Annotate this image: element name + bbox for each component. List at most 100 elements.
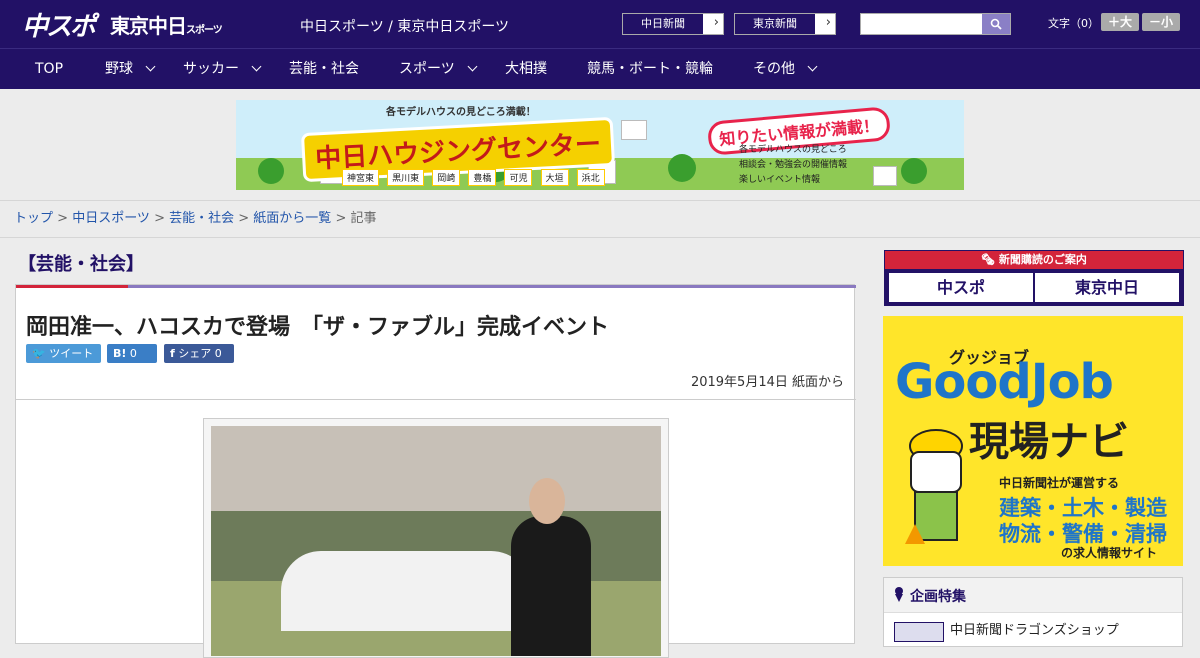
facebook-share-button[interactable]: f シェア 0 <box>164 344 234 363</box>
article-card: 岡田准一、ハコスカで登場 「ザ・ファブル」完成イベント 🐦 ツイート B! 0 … <box>15 284 856 658</box>
top-header: 中スポ 東京中日スポーツ 中日スポーツ / 東京中日スポーツ 中日新聞 › 東京… <box>0 0 1200 48</box>
nav-item-baseball[interactable]: 野球 <box>105 49 156 89</box>
hatena-bookmark-button[interactable]: B! 0 <box>107 344 157 363</box>
facebook-share-label: シェア <box>178 347 212 360</box>
chevron-right-icon: › <box>713 15 719 30</box>
search-box <box>860 13 1011 35</box>
tokyo-chunichi-logo[interactable]: 東京中日スポーツ <box>110 10 223 39</box>
article-photo-image <box>211 426 661 656</box>
banner-bullet: 相談会・勉強会の開催情報 <box>739 160 848 170</box>
banner-bullets: 各モデルハウスの見どころ 相談会・勉強会の開催情報 楽しいイベント情報 <box>739 143 847 188</box>
photo-car <box>281 551 531 631</box>
nav-item-other[interactable]: その他 <box>753 49 818 89</box>
subscription-box: 🗞 新聞購読のご案内 中スポ 東京中日 <box>884 250 1184 306</box>
subscribe-chuspo-link[interactable]: 中スポ <box>889 273 1033 302</box>
site-title[interactable]: 中日スポーツ / 東京中日スポーツ <box>300 16 509 36</box>
nav-item-top[interactable]: TOP <box>35 49 63 89</box>
banner-city: 浜北 <box>576 169 605 186</box>
nav-item-label: 芸能・社会 <box>289 61 359 77</box>
article-headline: 岡田准一、ハコスカで登場 「ザ・ファブル」完成イベント <box>26 315 610 340</box>
article-date: 2019年5月14日 紙面から <box>690 375 844 390</box>
font-smaller-button[interactable]: －小 <box>1142 13 1180 31</box>
nav-item-label: TOP <box>35 61 64 77</box>
nav-item-soccer[interactable]: サッカー <box>183 49 262 89</box>
breadcrumb-paper-list[interactable]: 紙面から一覧 <box>253 211 331 226</box>
tokyo-shimbun-link[interactable]: 東京新聞 › <box>734 13 836 35</box>
banner-city: 豊橋 <box>468 169 497 186</box>
feature-thumbnail[interactable] <box>894 622 944 642</box>
breadcrumb-separator: > <box>234 211 254 226</box>
facebook-icon: f <box>170 347 175 360</box>
nav-item-label: 大相撲 <box>505 61 547 77</box>
tokyo-shimbun-label: 東京新聞 <box>735 14 815 34</box>
photo-person-head <box>529 478 565 524</box>
subscription-header: 🗞 新聞購読のご案内 <box>885 251 1183 269</box>
tokyo-chunichi-logo-text: 東京中日 <box>110 14 187 38</box>
banner-city: 神宮東 <box>342 169 380 186</box>
main-nav: TOP 野球 サッカー 芸能・社会 スポーツ 大相撲 競馬・ボート・競輪 その他 <box>0 48 1200 89</box>
hatena-count: 0 <box>129 347 137 360</box>
font-size-label: 文字（0） <box>1048 17 1099 30</box>
article-photo[interactable] <box>203 418 669 658</box>
nav-item-sports[interactable]: スポーツ <box>399 49 478 89</box>
tweet-button[interactable]: 🐦 ツイート <box>26 344 101 363</box>
tweet-label: ツイート <box>49 347 94 360</box>
tree-illustration <box>901 158 927 184</box>
search-icon <box>990 18 1002 30</box>
twitter-icon: 🐦 <box>32 347 46 360</box>
goodjob-ad[interactable]: グッジョブ GoodJob 現場ナビ 中日新聞社が運営する 建築・土木・製造 物… <box>883 316 1183 566</box>
banner-cities: 神宮東 黒川東 岡崎 豊橋 可児 大垣 浜北 <box>342 166 608 186</box>
chevron-down-icon <box>807 61 818 72</box>
nav-item-label: 競馬・ボート・競輪 <box>587 61 713 77</box>
breadcrumb-separator: > <box>331 211 351 226</box>
breadcrumb-entertainment[interactable]: 芸能・社会 <box>169 211 234 226</box>
chevron-right-icon: › <box>825 15 831 30</box>
nav-item-label: サッカー <box>183 61 239 77</box>
nav-item-label: 野球 <box>105 61 133 77</box>
feature-header: 企画特集 <box>884 578 1182 613</box>
nav-item-label: スポーツ <box>399 61 455 77</box>
nav-item-label: その他 <box>753 61 795 77</box>
article-top-border <box>16 285 856 288</box>
nav-item-entertainment[interactable]: 芸能・社会 <box>289 49 359 89</box>
chunichi-shimbun-label: 中日新聞 <box>623 14 703 34</box>
feature-header-text: 企画特集 <box>910 589 966 605</box>
subscribe-tokyo-chunichi-link[interactable]: 東京中日 <box>1035 273 1179 302</box>
goodjob-name: 現場ナビ <box>969 419 1129 465</box>
feature-item-link[interactable]: 中日新聞ドラゴンズショップ <box>950 619 1119 638</box>
ribbon-icon <box>895 587 903 602</box>
newspaper-icon: 🗞 <box>981 253 996 266</box>
breadcrumb-chunichi-sports[interactable]: 中日スポーツ <box>72 211 150 226</box>
font-bigger-button[interactable]: ＋大 <box>1101 13 1139 31</box>
goodjob-line1: 中日新聞社が運営する <box>999 476 1120 490</box>
chunichi-shimbun-link[interactable]: 中日新聞 › <box>622 13 724 35</box>
breadcrumb-top[interactable]: トップ <box>14 211 53 226</box>
breadcrumb-separator: > <box>149 211 170 226</box>
banner-city: 黒川東 <box>387 169 425 186</box>
housing-center-banner[interactable]: 各モデルハウスの見どころ満載！ 中日ハウジングセンター 知りたい情報が満載！ 各… <box>236 100 964 190</box>
worker-illustration <box>905 429 963 544</box>
chevron-down-icon <box>145 61 156 72</box>
breadcrumb: トップ > 中日スポーツ > 芸能・社会 > 紙面から一覧 > 記事 <box>0 200 1200 238</box>
banner-bullet: 各モデルハウスの見どころ <box>739 145 847 155</box>
banner-subtitle: 各モデルハウスの見どころ満載！ <box>386 107 536 118</box>
goodjob-line4: の求人情報サイト <box>1061 546 1158 560</box>
article-top-accent <box>16 285 128 288</box>
banner-bullet: 楽しいイベント情報 <box>739 175 821 185</box>
search-button[interactable] <box>982 14 1010 34</box>
tree-illustration <box>668 154 696 182</box>
chevron-down-icon <box>467 61 478 72</box>
banner-city: 岡崎 <box>432 169 461 186</box>
nav-item-racing[interactable]: 競馬・ボート・競輪 <box>587 49 713 89</box>
facebook-share-count: 0 <box>214 347 222 360</box>
category-heading: 【芸能・社会】 <box>18 254 144 275</box>
article-divider <box>16 399 856 400</box>
house-illustration <box>873 166 897 186</box>
hatena-icon: B! <box>113 347 127 360</box>
banner-city: 大垣 <box>540 169 569 186</box>
search-input[interactable] <box>861 14 981 34</box>
nav-item-sumo[interactable]: 大相撲 <box>505 49 547 89</box>
chuspo-logo[interactable]: 中スポ <box>22 6 96 43</box>
tokyo-chunichi-logo-small: スポーツ <box>186 25 223 36</box>
banner-city: 可児 <box>504 169 533 186</box>
